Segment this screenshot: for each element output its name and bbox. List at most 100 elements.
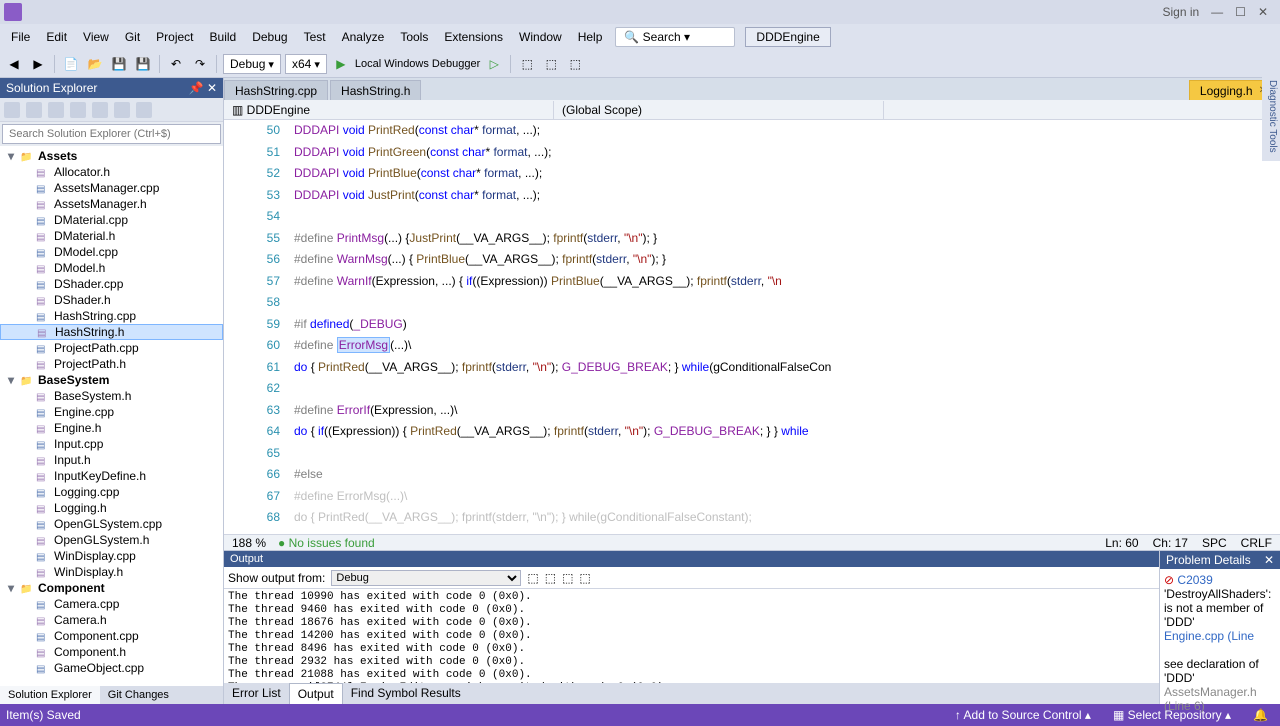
solex-tb-icon[interactable]: [136, 102, 152, 118]
tree-node[interactable]: Logging.h: [0, 500, 223, 516]
panel-close-icon[interactable]: ✕: [207, 81, 217, 95]
tree-node[interactable]: WinDisplay.h: [0, 564, 223, 580]
menu-view[interactable]: View: [76, 27, 116, 47]
tree-node[interactable]: AssetsManager.h: [0, 196, 223, 212]
tab-solution-explorer[interactable]: Solution Explorer: [0, 686, 100, 704]
output-text[interactable]: The thread 10990 has exited with code 0 …: [224, 589, 1159, 683]
tree-node[interactable]: Camera.h: [0, 612, 223, 628]
select-repo-button[interactable]: ▦ Select Repository ▴: [1107, 706, 1237, 724]
menu-help[interactable]: Help: [571, 27, 610, 47]
tree-node[interactable]: Input.cpp: [0, 436, 223, 452]
save-icon[interactable]: 💾: [109, 54, 129, 74]
menu-tools[interactable]: Tools: [393, 27, 435, 47]
tree-node[interactable]: Logging.cpp: [0, 484, 223, 500]
tree-node[interactable]: DMaterial.h: [0, 228, 223, 244]
tb-icon[interactable]: ⬚: [541, 54, 561, 74]
bc-project[interactable]: ▥ DDDEngine: [224, 101, 554, 119]
tree-node[interactable]: ProjectPath.cpp: [0, 340, 223, 356]
panel-close-icon[interactable]: ✕: [1264, 553, 1274, 567]
zoom-level[interactable]: 188 %: [232, 536, 266, 550]
menu-debug[interactable]: Debug: [245, 27, 294, 47]
output-tb-icon[interactable]: ⬚: [527, 571, 538, 585]
menu-edit[interactable]: Edit: [39, 27, 74, 47]
menu-file[interactable]: File: [4, 27, 37, 47]
solex-tb-icon[interactable]: [26, 102, 42, 118]
search-box[interactable]: 🔍 Search ▾: [615, 27, 735, 47]
indent-mode[interactable]: SPC: [1202, 536, 1227, 550]
solex-tb-icon[interactable]: [48, 102, 64, 118]
tree-node[interactable]: Engine.cpp: [0, 404, 223, 420]
tree-node[interactable]: Camera.cpp: [0, 596, 223, 612]
side-toolbox[interactable]: Diagnostic Tools: [1262, 72, 1280, 161]
output-source-dropdown[interactable]: Debug: [331, 570, 521, 586]
tree-node[interactable]: Allocator.h: [0, 164, 223, 180]
output-tb-icon[interactable]: ⬚: [562, 571, 573, 585]
tree-node[interactable]: ProjectPath.h: [0, 356, 223, 372]
menu-extensions[interactable]: Extensions: [437, 27, 510, 47]
tree-node[interactable]: GameObject.cpp: [0, 660, 223, 676]
error-code[interactable]: C2039: [1177, 573, 1212, 587]
new-icon[interactable]: 📄: [61, 54, 81, 74]
output-tb-icon[interactable]: ⬚: [545, 571, 556, 585]
tab-output[interactable]: Output: [289, 683, 343, 704]
tree-node[interactable]: Component.h: [0, 644, 223, 660]
solution-name[interactable]: DDDEngine: [745, 27, 830, 47]
redo-icon[interactable]: ↷: [190, 54, 210, 74]
run-button[interactable]: Local Windows Debugger: [355, 58, 480, 70]
tree-node[interactable]: HashString.h: [0, 324, 223, 340]
tree-node[interactable]: HashString.cpp: [0, 308, 223, 324]
undo-icon[interactable]: ↶: [166, 54, 186, 74]
tab-hashstring-h[interactable]: HashString.h: [330, 80, 421, 100]
signin-link[interactable]: Sign in: [1162, 5, 1199, 19]
issues-indicator[interactable]: ● No issues found: [278, 536, 375, 550]
tree-node[interactable]: BaseSystem.h: [0, 388, 223, 404]
menu-git[interactable]: Git: [118, 27, 147, 47]
saveall-icon[interactable]: 💾: [133, 54, 153, 74]
tb-icon[interactable]: ⬚: [517, 54, 537, 74]
tab-error-list[interactable]: Error List: [224, 683, 289, 704]
minimize-icon[interactable]: —: [1211, 5, 1223, 19]
pin-icon[interactable]: 📌: [189, 81, 204, 95]
menu-analyze[interactable]: Analyze: [335, 27, 392, 47]
source-control-button[interactable]: ↑ Add to Source Control ▴: [949, 706, 1097, 724]
tree-node[interactable]: WinDisplay.cpp: [0, 548, 223, 564]
tree-node[interactable]: ▾Component: [0, 580, 223, 596]
tree-node[interactable]: InputKeyDefine.h: [0, 468, 223, 484]
menu-window[interactable]: Window: [512, 27, 569, 47]
error-link[interactable]: Engine.cpp (Line: [1164, 629, 1254, 643]
tree-node[interactable]: AssetsManager.cpp: [0, 180, 223, 196]
tree-node[interactable]: DModel.cpp: [0, 244, 223, 260]
menu-test[interactable]: Test: [297, 27, 333, 47]
tree-node[interactable]: Engine.h: [0, 420, 223, 436]
tree-node[interactable]: DMaterial.cpp: [0, 212, 223, 228]
platform-dropdown[interactable]: x64 ▾: [285, 54, 327, 74]
tab-git-changes[interactable]: Git Changes: [100, 686, 177, 704]
code-area[interactable]: 5051525354555657585960616263646566676869…: [224, 120, 1280, 534]
tab-find-symbol[interactable]: Find Symbol Results: [343, 683, 469, 704]
solex-tb-icon[interactable]: [70, 102, 86, 118]
bc-member[interactable]: [884, 108, 1280, 112]
config-dropdown[interactable]: Debug ▾: [223, 54, 281, 74]
tree-node[interactable]: Component.cpp: [0, 628, 223, 644]
tree-node[interactable]: OpenGLSystem.h: [0, 532, 223, 548]
menu-build[interactable]: Build: [203, 27, 244, 47]
code-lines[interactable]: DDDAPI void PrintRed(const char* format,…: [294, 120, 1280, 534]
tree-node[interactable]: OpenGLSystem.cpp: [0, 516, 223, 532]
menu-project[interactable]: Project: [149, 27, 200, 47]
solex-tb-icon[interactable]: [92, 102, 108, 118]
bc-scope[interactable]: (Global Scope): [554, 101, 884, 119]
tab-hashstring-cpp[interactable]: HashString.cpp: [224, 80, 328, 100]
tree-node[interactable]: DShader.h: [0, 292, 223, 308]
output-tb-icon[interactable]: ⬚: [579, 571, 590, 585]
play2-icon[interactable]: ▷: [484, 54, 504, 74]
tree-node[interactable]: DShader.cpp: [0, 276, 223, 292]
maximize-icon[interactable]: ☐: [1235, 5, 1246, 19]
solex-tb-icon[interactable]: [114, 102, 130, 118]
tree-node[interactable]: Input.h: [0, 452, 223, 468]
solution-tree[interactable]: ▾AssetsAllocator.hAssetsManager.cppAsset…: [0, 146, 223, 686]
solex-tb-icon[interactable]: [4, 102, 20, 118]
line-ending[interactable]: CRLF: [1241, 536, 1272, 550]
solex-search-input[interactable]: [2, 124, 221, 144]
notifications-icon[interactable]: 🔔: [1247, 706, 1274, 724]
play-icon[interactable]: ▶: [331, 54, 351, 74]
